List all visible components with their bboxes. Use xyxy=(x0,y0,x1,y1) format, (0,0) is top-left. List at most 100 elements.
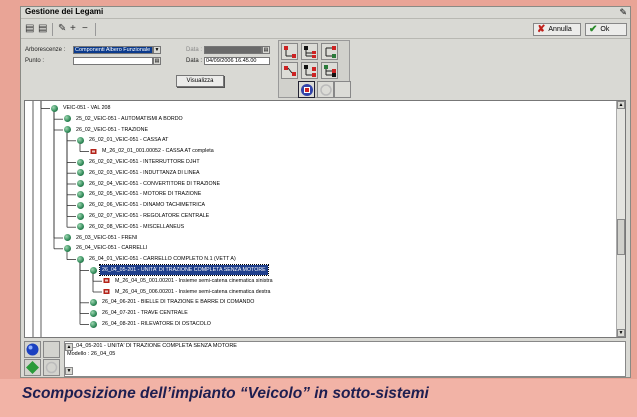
tree-node-icon xyxy=(77,136,84,144)
tree-node-row[interactable]: 26_02_04_VEIC-051 - CONVERTITORE DI TRAZ… xyxy=(77,179,222,189)
tree-leaf-row[interactable]: M_26_04_05_001.00201 - Insieme semi-cate… xyxy=(103,276,275,286)
link-sibling-icon[interactable] xyxy=(301,62,318,79)
cross-icon: ✘ xyxy=(537,23,546,35)
unlink-icon[interactable] xyxy=(281,62,298,79)
blue-sphere-button[interactable] xyxy=(24,341,41,358)
tree-node-icon xyxy=(64,234,71,242)
tree-row-label: 26_04_01_VEIC-051 - CARRELLO COMPLETO N.… xyxy=(89,256,236,263)
tree-node-row[interactable]: 26_04_07-201 - TRAVE CENTRALE xyxy=(90,308,190,318)
tree-node-row[interactable]: 26_04_05-201 - UNITA' DI TRAZIONE COMPLE… xyxy=(90,264,269,276)
punto-label: Punto : xyxy=(25,58,45,64)
data-field-1[interactable] xyxy=(204,46,262,54)
window-title: Gestione dei Legami xyxy=(25,7,104,16)
tree-row-label: 26_02_04_VEIC-051 - CONVERTITORE DI TRAZ… xyxy=(89,180,220,187)
arborescenze-label: Arborescenze : xyxy=(25,47,66,53)
tree-row-label: 26_02_VEIC-051 - TRAZIONE xyxy=(76,126,149,133)
circle-view-icon[interactable] xyxy=(317,81,334,98)
tree-node-row[interactable]: 26_02_08_VEIC-051 - MISCELLANEUS xyxy=(77,222,186,232)
punto-browse-icon[interactable]: ▤ xyxy=(153,57,161,65)
edit-pencil-icon[interactable]: ✎ xyxy=(58,24,66,34)
data-field-2[interactable]: 04/09/2006 16.45.00 xyxy=(204,57,270,65)
selection-info-box: 26_04_05-201 - UNITA' DI TRAZIONE COMPLE… xyxy=(64,341,626,377)
tree-leaf-row[interactable]: M_26_04_05_006.00201 - Insieme semi-cate… xyxy=(103,287,272,297)
tree-node-row[interactable]: VEIC-051 - VAL 208 xyxy=(51,103,112,113)
tree-row-label: 25_02_VEIC-051 - AUTOMATISMI A BORDO xyxy=(76,115,183,122)
tree-row-label: 26_04_05-201 - UNITA' DI TRAZIONE COMPLE… xyxy=(99,264,269,276)
tree-node-icon xyxy=(51,104,58,112)
tree-node-icon xyxy=(90,298,97,306)
ok-button-label: Ok xyxy=(600,26,610,33)
toolbar: ▤ ▤ ✎ + − ✘ Annulla ✔ Ok xyxy=(21,21,630,39)
cancel-button[interactable]: ✘ Annulla xyxy=(533,23,581,36)
save-icon[interactable]: ▤ xyxy=(25,24,34,34)
link-tree-icon[interactable] xyxy=(321,62,338,79)
link-parent-icon[interactable] xyxy=(281,43,298,60)
info-scroll-down-icon[interactable]: ▼ xyxy=(65,367,73,375)
tree-node-row[interactable]: 25_02_VEIC-051 - AUTOMATISMI A BORDO xyxy=(64,114,185,124)
arborescenze-select[interactable]: Componenti Albero Funzionale xyxy=(73,46,153,54)
tree-node-icon xyxy=(77,158,84,166)
pencil-icon[interactable]: ✎ xyxy=(619,7,627,18)
link-tools-panel xyxy=(278,40,351,98)
scroll-down-icon[interactable]: ▼ xyxy=(617,329,625,337)
tree-node-icon xyxy=(77,169,84,177)
link-branch-icon[interactable] xyxy=(321,43,338,60)
tree-node-icon xyxy=(64,115,71,123)
punto-input[interactable] xyxy=(73,57,153,65)
title-bar: Gestione dei Legami ✎ xyxy=(21,7,630,19)
visualizza-button[interactable]: Visualizza xyxy=(176,75,224,87)
tree-row-label: 26_02_08_VEIC-051 - MISCELLANEUS xyxy=(89,223,185,230)
component-tree[interactable]: VEIC-051 - VAL 208 25_02_VEIC-051 - AUTOM… xyxy=(24,100,626,338)
tree-node-icon xyxy=(77,190,84,198)
component-model-icon xyxy=(103,288,110,295)
tree-node-row[interactable]: 26_03_VEIC-051 - FRENI xyxy=(64,233,139,243)
tree-node-row[interactable]: 26_04_01_VEIC-051 - CARRELLO COMPLETO N.… xyxy=(77,254,238,264)
checkmark-icon: ✔ xyxy=(589,23,598,35)
component-model-icon xyxy=(90,148,97,155)
empty-button[interactable] xyxy=(43,341,60,358)
add-icon[interactable]: + xyxy=(70,24,76,34)
cube-view-icon[interactable] xyxy=(298,81,315,98)
scroll-up-icon[interactable]: ▲ xyxy=(617,101,625,109)
remove-icon[interactable]: − xyxy=(82,24,88,34)
tree-row-label: 26_04_VEIC-051 - CARRELLI xyxy=(76,245,148,252)
ring-button[interactable] xyxy=(43,359,60,376)
tree-node-row[interactable]: 26_04_06-201 - BIELLE DI TRAZIONE E BARR… xyxy=(90,297,256,307)
tree-node-icon xyxy=(77,201,84,209)
tree-row-label: 26_02_03_VEIC-051 - INDUTTANZA DI LINEA xyxy=(89,169,200,176)
tree-node-icon xyxy=(77,212,84,220)
tree-node-icon xyxy=(64,244,71,252)
tree-node-row[interactable]: 26_02_07_VEIC-051 - REGOLATORE CENTRALE xyxy=(77,211,211,221)
tree-row-label: 26_02_02_VEIC-051 - INTERRUTTORE DJHT xyxy=(89,159,200,165)
filter-form: Arborescenze : Componenti Albero Funzion… xyxy=(21,40,278,98)
tree-vertical-scrollbar[interactable]: ▲ ▼ xyxy=(616,101,625,337)
tree-node-icon xyxy=(64,126,71,134)
arborescenze-dropdown-icon[interactable]: ▼ xyxy=(153,46,161,54)
green-diamond-button[interactable] xyxy=(24,359,41,376)
tree-node-row[interactable]: 26_02_01_VEIC-051 - CASSA AT xyxy=(77,135,170,145)
tree-node-row[interactable]: 26_02_06_VEIC-051 - DINAMO TACHIMETRICA xyxy=(77,200,207,210)
scroll-thumb[interactable] xyxy=(617,219,625,255)
tree-row-label: 26_02_05_VEIC-051 - MOTORE DI TRAZIONE xyxy=(89,191,202,198)
tree-node-row[interactable]: 26_02_02_VEIC-051 - INTERRUTTORE DJHT xyxy=(77,157,202,167)
tree-row-label: M_26_04_05_006.00201 - Insieme semi-cate… xyxy=(115,288,271,295)
tree-node-row[interactable]: 26_04_VEIC-051 - CARRELLI xyxy=(64,243,149,253)
tree-row-label: 26_04_07-201 - TRAVE CENTRALE xyxy=(102,310,188,317)
tree-node-icon xyxy=(77,180,84,188)
tree-node-row[interactable]: 26_02_03_VEIC-051 - INDUTTANZA DI LINEA xyxy=(77,168,202,178)
tree-row-label: M_26_02_01_001.00052 - CASSA AT completa xyxy=(102,148,214,155)
tree-node-row[interactable]: 26_04_08-201 - RILEVATORE DI OSTACOLO xyxy=(90,319,213,329)
info-scroll-up-icon[interactable]: ▲ xyxy=(65,343,73,351)
ok-button[interactable]: ✔ Ok xyxy=(585,23,627,36)
tree-node-icon xyxy=(77,223,84,231)
link-children-icon[interactable] xyxy=(301,43,318,60)
tree-node-row[interactable]: 26_02_VEIC-051 - TRAZIONE xyxy=(64,125,150,135)
info-line-1: 26_04_05-201 - UNITA' DI TRAZIONE COMPLE… xyxy=(67,343,237,349)
tree-node-row[interactable]: 26_02_05_VEIC-051 - MOTORE DI TRAZIONE xyxy=(77,189,203,199)
data-1-calendar-icon[interactable]: ▤ xyxy=(262,46,270,54)
blank-view-icon[interactable] xyxy=(334,81,351,98)
tree-leaf-row[interactable]: M_26_02_01_001.00052 - CASSA AT completa xyxy=(90,146,216,156)
print-icon[interactable]: ▤ xyxy=(38,24,47,34)
tree-row-label: M_26_04_05_001.00201 - Insieme semi-cate… xyxy=(115,277,273,284)
caption-text: Scomposizione dell’impianto “Veicolo” in… xyxy=(22,385,429,402)
